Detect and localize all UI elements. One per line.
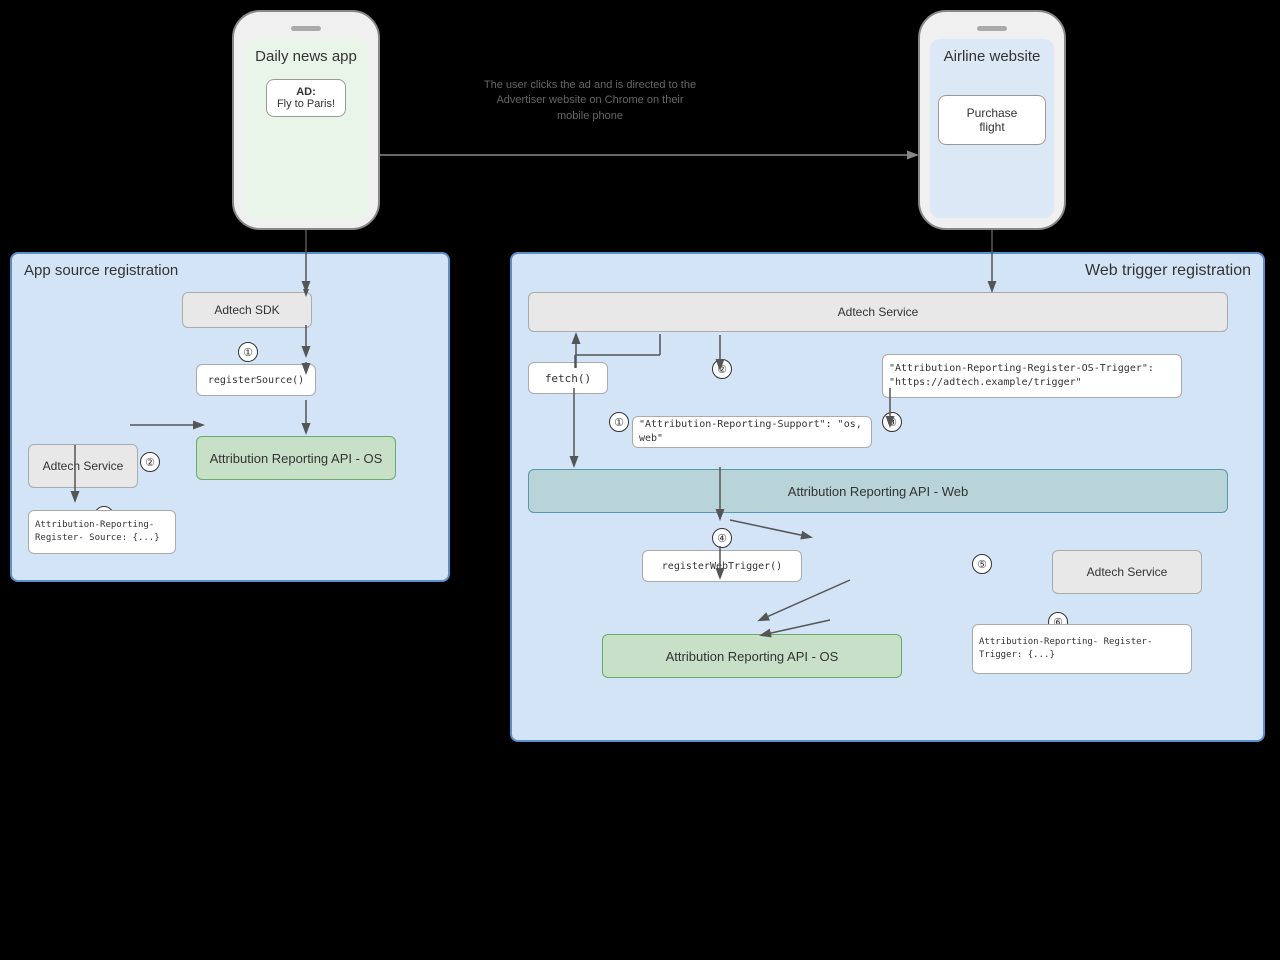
step2-right: ② (712, 359, 732, 379)
left-phone-screen: Daily news app AD: Fly to Paris! (244, 39, 368, 218)
step2-left: ② (140, 452, 160, 472)
left-phone: Daily news app AD: Fly to Paris! (232, 10, 380, 230)
ad-label: AD: (277, 86, 335, 98)
right-phone-screen: Airline website Purchase flight (930, 39, 1054, 218)
arrow-description: The user clicks the ad and is directed t… (480, 78, 700, 124)
left-phone-ad: AD: Fly to Paris! (266, 79, 346, 117)
web-trigger-panel: Web trigger registration Adtech Service … (510, 252, 1265, 742)
adtech-sdk-box: Adtech SDK (182, 292, 312, 328)
register-source-box: registerSource() (196, 364, 316, 396)
app-source-label: App source registration (24, 262, 178, 279)
purchase-flight-box: Purchase flight (938, 95, 1046, 145)
register-web-trigger-box: registerWebTrigger() (642, 550, 802, 582)
web-trigger-label: Web trigger registration (1085, 262, 1251, 280)
step4-right: ④ (712, 528, 732, 548)
attr-support-box: "Attribution-Reporting-Support": "os, we… (632, 416, 872, 448)
purchase-flight-label: Purchase flight (967, 106, 1018, 134)
attr-api-web-box: Attribution Reporting API - Web (528, 469, 1228, 513)
app-source-panel: App source registration Adtech SDK ① reg… (10, 252, 450, 582)
right-phone: Airline website Purchase flight (918, 10, 1066, 230)
right-phone-title: Airline website (944, 47, 1041, 67)
attr-register-trigger-box: Attribution-Reporting- Register-Trigger:… (972, 624, 1192, 674)
step3-right: ③ (882, 412, 902, 432)
phone-speaker-right (977, 26, 1007, 31)
attr-register-source-box: Attribution-Reporting-Register- Source: … (28, 510, 176, 554)
attr-api-os-left-box: Attribution Reporting API - OS (196, 436, 396, 480)
left-phone-title: Daily news app (255, 47, 357, 67)
fetch-box: fetch() (528, 362, 608, 394)
attr-os-trigger-box: "Attribution-Reporting-Register-OS-Trigg… (882, 354, 1182, 398)
step5-right: ⑤ (972, 554, 992, 574)
adtech-service-top-box: Adtech Service (528, 292, 1228, 332)
ad-text: Fly to Paris! (277, 98, 335, 110)
adtech-service-left-box: Adtech Service (28, 444, 138, 488)
step1-left: ① (238, 342, 258, 362)
step1-right: ① (609, 412, 629, 432)
diagram-area: Daily news app AD: Fly to Paris! Airline… (0, 0, 1280, 960)
adtech-service-bottom-box: Adtech Service (1052, 550, 1202, 594)
attr-api-os-right-box: Attribution Reporting API - OS (602, 634, 902, 678)
phone-speaker-left (291, 26, 321, 31)
